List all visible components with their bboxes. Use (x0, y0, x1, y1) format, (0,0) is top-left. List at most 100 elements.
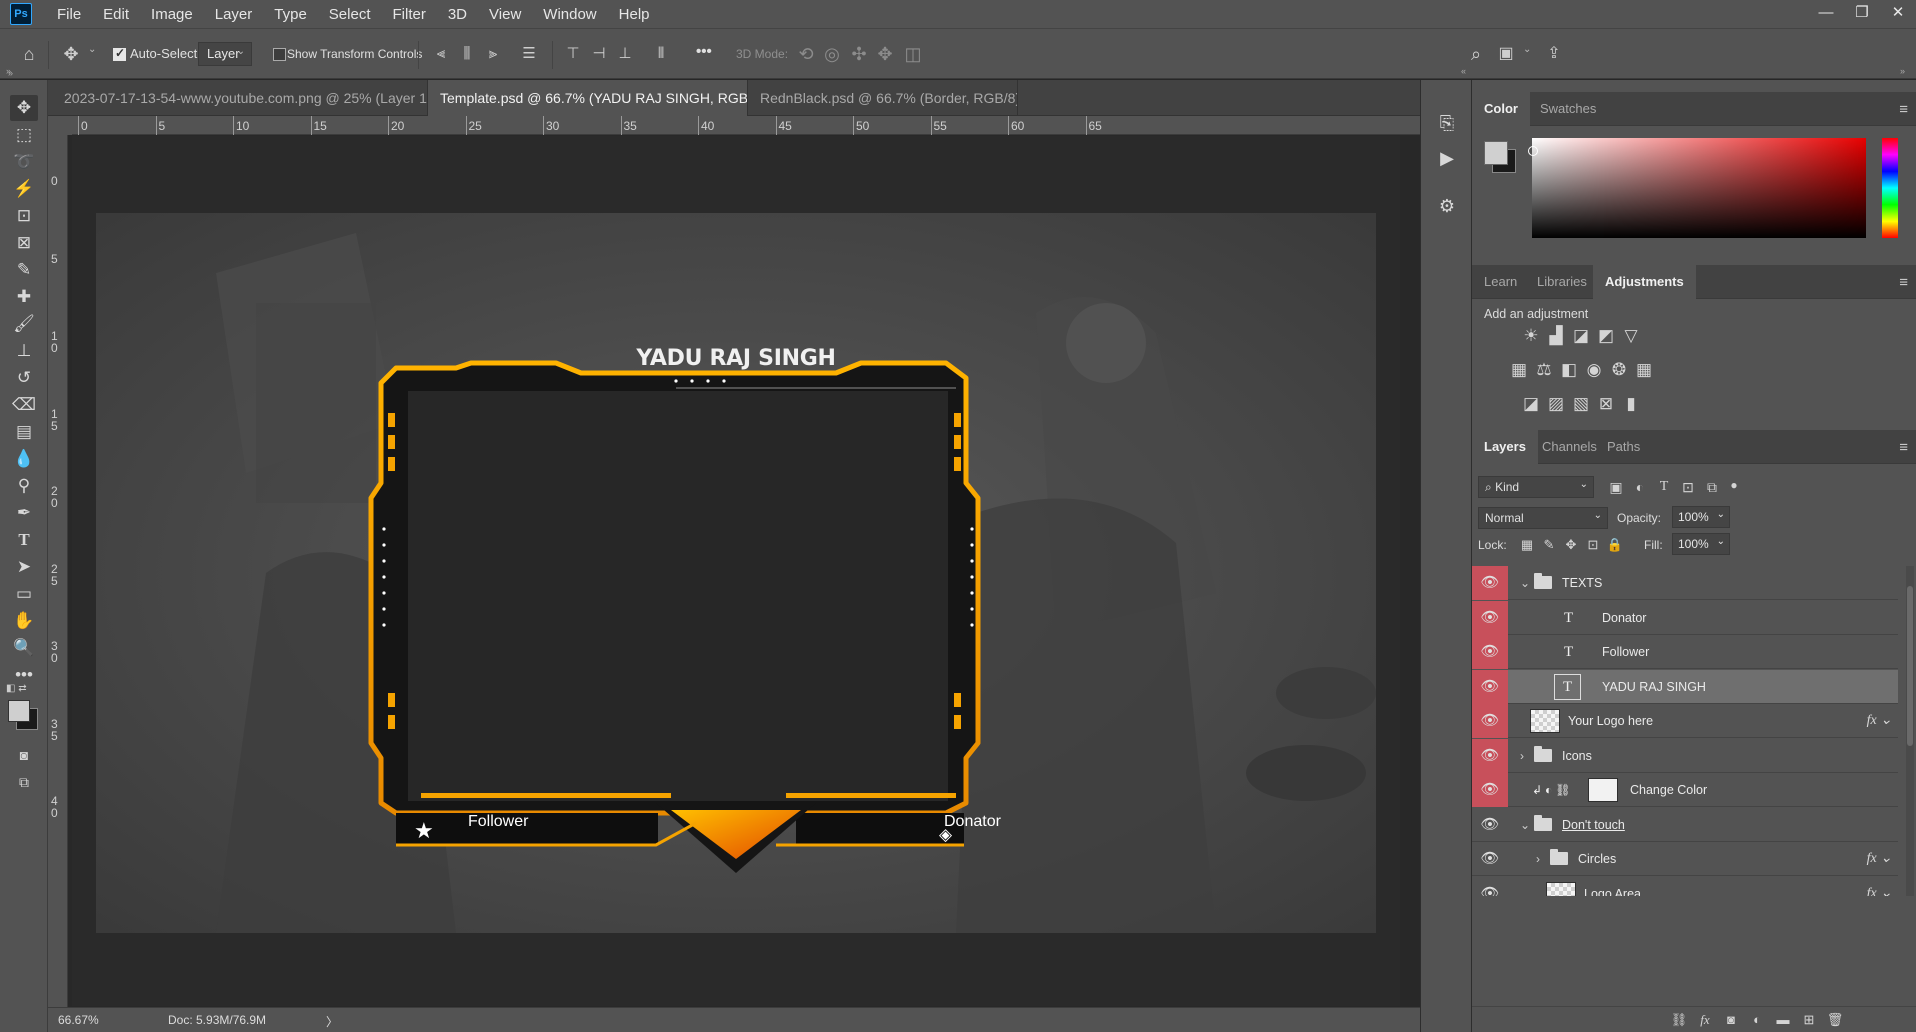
filter-shape-icon[interactable]: ⊡ (1677, 476, 1699, 498)
3d-scale-icon[interactable]: ◫ (902, 43, 924, 65)
hand-tool[interactable]: ✋ (10, 608, 38, 634)
lock-image-icon[interactable]: ✎ (1538, 534, 1560, 556)
visibility-eye-icon[interactable]: 👁 (1472, 773, 1508, 807)
tab-color[interactable]: Color (1472, 92, 1530, 126)
status-menu-icon[interactable]: 〉 (326, 1013, 338, 1030)
share-icon[interactable]: ⇪ (1543, 43, 1565, 65)
dodge-tool[interactable]: ⚲ (10, 473, 38, 499)
close-button[interactable]: ✕ (1880, 0, 1916, 28)
visibility-eye-icon[interactable]: 👁 (1472, 738, 1508, 773)
black-white-icon[interactable]: ◧ (1558, 359, 1580, 381)
invert-icon[interactable]: ◪ (1520, 393, 1542, 415)
properties-panel-icon[interactable]: ⚙ (1434, 193, 1460, 219)
distribute-icon[interactable]: ☰ (518, 43, 540, 65)
3d-pan-icon[interactable]: ✣ (848, 43, 870, 65)
zoom-level[interactable]: 66.67% (58, 1013, 99, 1027)
panel-menu-icon[interactable]: ≡ (1899, 101, 1908, 118)
default-colors-icon[interactable]: ◧ ⇄ (6, 683, 42, 697)
gradient-tool[interactable]: ▤ (10, 419, 38, 445)
screen-mode-icon[interactable]: ⧉ (10, 769, 38, 795)
expand-open-icon[interactable]: ⌄ (1520, 808, 1530, 842)
layer-effects-icon[interactable]: fx ⌄ (1867, 704, 1892, 738)
menu-view[interactable]: View (478, 0, 532, 28)
threshold-icon[interactable]: ▧ (1570, 393, 1592, 415)
panel-menu-icon[interactable]: ≡ (1899, 274, 1908, 291)
marquee-tool[interactable]: ⬚ (10, 122, 38, 148)
menu-type[interactable]: Type (263, 0, 318, 28)
more-options-button[interactable]: ••• (696, 43, 712, 60)
visibility-eye-icon[interactable]: 👁 (1472, 635, 1508, 669)
filter-pixel-icon[interactable]: ▣ (1605, 476, 1627, 498)
color-picker-handle[interactable] (1528, 146, 1538, 156)
align-top-icon[interactable]: ⊤ (562, 43, 584, 65)
lock-all-icon[interactable]: 🔒 (1604, 534, 1626, 556)
selective-color-icon[interactable]: ⊠ (1595, 393, 1617, 415)
eyedropper-tool[interactable]: ✎ (10, 257, 38, 283)
new-adjustment-icon[interactable]: ◐ (1746, 1009, 1768, 1031)
frame-tool[interactable]: ⊠ (10, 230, 38, 256)
tab-adjustments[interactable]: Adjustments (1593, 265, 1696, 299)
magic-wand-tool[interactable]: ⚡ (10, 176, 38, 202)
tab-libraries[interactable]: Libraries (1525, 265, 1599, 299)
menu-edit[interactable]: Edit (92, 0, 140, 28)
lock-artboard-icon[interactable]: ⊡ (1582, 534, 1604, 556)
delete-layer-icon[interactable]: 🗑 (1824, 1009, 1846, 1031)
home-icon[interactable]: ⌂ (18, 43, 40, 65)
panel-menu-icon[interactable]: ≡ (1899, 439, 1908, 456)
lock-transparent-icon[interactable]: ▦ (1516, 534, 1538, 556)
show-transform-checkbox[interactable] (273, 48, 286, 61)
levels-icon[interactable]: ▟ (1545, 325, 1567, 347)
menu-layer[interactable]: Layer (204, 0, 264, 28)
curves-icon[interactable]: ◪ (1570, 325, 1592, 347)
layer-row[interactable]: 👁 ⌄ Don't touch (1472, 807, 1898, 842)
clone-stamp-tool[interactable]: ⊥ (10, 338, 38, 364)
brightness-contrast-icon[interactable]: ☀ (1520, 325, 1542, 347)
auto-select-checkbox[interactable] (113, 46, 126, 61)
brush-tool[interactable]: 🖌 (10, 311, 38, 337)
expand-closed-icon[interactable]: › (1520, 739, 1524, 773)
new-layer-icon[interactable]: ⊞ (1798, 1009, 1820, 1031)
vertical-ruler[interactable]: 0 5 10 15 20 25 30 35 40 (48, 135, 68, 1007)
zoom-tool[interactable]: 🔍 (10, 635, 38, 661)
move-tool-icon[interactable]: ✥ (60, 43, 82, 65)
link-layers-icon[interactable]: ⛓ (1668, 1009, 1690, 1031)
layer-row[interactable]: 👁 T Donator (1472, 600, 1898, 635)
visibility-eye-icon[interactable]: 👁 (1472, 600, 1508, 635)
lasso-tool[interactable]: ➰ (10, 149, 38, 175)
align-center-icon[interactable]: ⫼ (456, 43, 478, 65)
add-mask-icon[interactable]: ◙ (1720, 1009, 1742, 1031)
layer-row[interactable]: 👁 › Circles fx ⌄ (1472, 842, 1898, 876)
healing-brush-tool[interactable]: ✚ (10, 284, 38, 310)
posterize-icon[interactable]: ▨ (1545, 393, 1567, 415)
layer-row[interactable]: 👁 Your Logo here fx ⌄ (1472, 704, 1898, 738)
path-selection-tool[interactable]: ➤ (10, 554, 38, 580)
menu-3d[interactable]: 3D (437, 0, 478, 28)
minimize-button[interactable]: — (1808, 0, 1844, 28)
photo-filter-icon[interactable]: ◉ (1583, 359, 1605, 381)
layer-thumbnail[interactable] (1530, 709, 1560, 733)
align-left-icon[interactable]: ⫷ (430, 43, 452, 65)
channel-mixer-icon[interactable]: ❂ (1608, 359, 1630, 381)
visibility-eye-icon[interactable]: 👁 (1472, 808, 1508, 842)
color-balance-icon[interactable]: ⚖ (1533, 359, 1555, 381)
pen-tool[interactable]: ✒ (10, 500, 38, 526)
visibility-eye-icon[interactable]: 👁 (1472, 669, 1508, 704)
expand-open-icon[interactable]: ⌄ (1520, 566, 1530, 600)
opacity-input[interactable]: 100% ⌄ (1672, 506, 1730, 528)
blur-tool[interactable]: 💧 (10, 446, 38, 472)
visibility-eye-icon[interactable]: 👁 (1472, 877, 1508, 897)
layer-row[interactable]: 👁 T YADU RAJ SINGH (1472, 669, 1898, 704)
menu-filter[interactable]: Filter (382, 0, 437, 28)
menu-window[interactable]: Window (532, 0, 607, 28)
filter-toggle-icon[interactable]: ● (1723, 474, 1745, 496)
layer-thumbnail[interactable] (1546, 881, 1576, 896)
3d-orbit-icon[interactable]: ⟲ (795, 43, 817, 65)
gradient-map-icon[interactable]: ▮ (1620, 393, 1642, 415)
layer-filter-kind-dropdown[interactable]: ⌕ Kind ⌄ (1478, 476, 1594, 498)
filter-smart-icon[interactable]: ⧉ (1701, 476, 1723, 498)
layer-row[interactable]: 👁 › Icons (1472, 738, 1898, 773)
3d-roll-icon[interactable]: ◎ (821, 43, 843, 65)
3d-slide-icon[interactable]: ✥ (874, 43, 896, 65)
tab-layers[interactable]: Layers (1472, 430, 1538, 464)
layers-scrollbar[interactable] (1906, 566, 1914, 896)
